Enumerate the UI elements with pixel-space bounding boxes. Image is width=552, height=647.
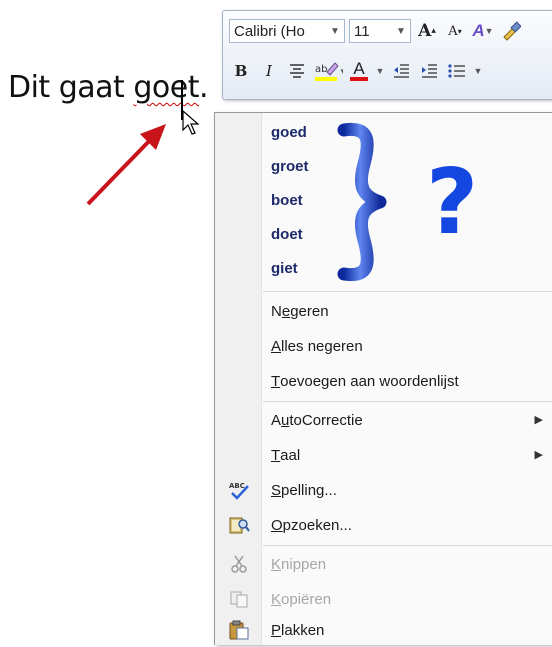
chevron-down-icon[interactable]: ▼ xyxy=(375,59,385,83)
font-name-value: Calibri (Ho xyxy=(234,22,305,40)
font-color-label: A xyxy=(353,59,365,78)
grow-font-label: A xyxy=(418,21,432,41)
increase-indent-icon[interactable] xyxy=(417,59,441,83)
chevron-down-icon[interactable]: ▼ xyxy=(326,26,344,37)
styles-label: A xyxy=(472,21,485,40)
ignore-all-menu-item[interactable]: Alles negeren xyxy=(215,329,552,363)
autocorrect-menu-item[interactable]: Au toCorrectie ▶ xyxy=(215,403,552,437)
text-before: Dit gaat xyxy=(8,70,134,105)
spelling-check-icon: ABC xyxy=(229,482,249,500)
bullets-icon[interactable] xyxy=(445,59,469,83)
font-size-combo[interactable]: 11 ▼ xyxy=(349,19,411,43)
italic-button[interactable]: I xyxy=(257,59,281,83)
mouse-pointer-icon xyxy=(182,110,200,135)
submenu-arrow-icon: ▶ xyxy=(534,449,543,461)
lookup-menu-item[interactable]: Opzoeken... xyxy=(215,508,552,542)
document-text[interactable]: Dit gaat goet. xyxy=(8,70,209,105)
bold-button[interactable]: B xyxy=(229,59,253,83)
clipboard-paste-icon xyxy=(229,620,249,640)
svg-text:▼: ▼ xyxy=(339,67,343,76)
svg-text:ABC: ABC xyxy=(229,482,245,490)
font-name-combo[interactable]: Calibri (Ho ▼ xyxy=(229,19,345,43)
spelling-menu-item[interactable]: ABC Spelling... xyxy=(215,473,552,507)
shrink-font-label: A xyxy=(448,23,458,39)
question-mark-annotation: ? xyxy=(426,150,479,255)
shrink-font-button[interactable]: A ▾ xyxy=(443,19,467,43)
scissors-icon xyxy=(231,555,247,573)
chevron-down-icon[interactable]: ▼ xyxy=(392,26,410,37)
ignore-menu-item[interactable]: Ne geren xyxy=(215,294,552,328)
suggestion-label: groet xyxy=(271,157,309,175)
chevron-down-icon[interactable]: ▼ xyxy=(473,59,483,83)
research-book-icon xyxy=(229,517,250,534)
misspelled-word[interactable]: goet xyxy=(133,70,199,105)
add-to-dictionary-menu-item[interactable]: Toevoegen aan woordenlijst xyxy=(215,364,552,398)
curly-brace-annotation xyxy=(337,122,387,282)
bold-label: B xyxy=(234,62,248,80)
language-menu-item[interactable]: Taal ▶ xyxy=(215,438,552,472)
menu-separator xyxy=(263,545,552,546)
format-painter-icon[interactable] xyxy=(499,19,523,43)
center-align-icon[interactable] xyxy=(285,59,309,83)
suggestion-label: doet xyxy=(271,225,303,243)
suggestion-label: giet xyxy=(271,259,298,277)
svg-text:ab: ab xyxy=(315,64,327,75)
submenu-arrow-icon: ▶ xyxy=(534,414,543,426)
paste-menu-item[interactable]: Plakken xyxy=(215,613,552,647)
font-size-value: 11 xyxy=(354,22,370,40)
italic-label: I xyxy=(266,62,272,80)
decrease-indent-icon[interactable] xyxy=(389,59,413,83)
menu-separator xyxy=(263,291,552,292)
menu-separator xyxy=(263,401,552,402)
font-color-button[interactable]: A xyxy=(347,59,371,83)
suggestion-label: boet xyxy=(271,191,303,209)
styles-button[interactable]: A ▼ xyxy=(471,19,495,43)
copy-icon xyxy=(230,591,248,608)
highlight-icon[interactable]: ab ▼ xyxy=(313,59,343,83)
cut-menu-item[interactable]: Knippen xyxy=(215,547,552,581)
text-after: . xyxy=(198,70,209,105)
grow-font-button[interactable]: A ▴ xyxy=(415,19,439,43)
suggestion-label: goed xyxy=(271,123,307,141)
mini-toolbar: Calibri (Ho ▼ 11 ▼ A▴ A▾ A▼ B I ab▼ xyxy=(222,10,552,100)
copy-menu-item[interactable]: Kopiëren xyxy=(215,582,552,616)
annotation-arrow xyxy=(86,124,166,206)
